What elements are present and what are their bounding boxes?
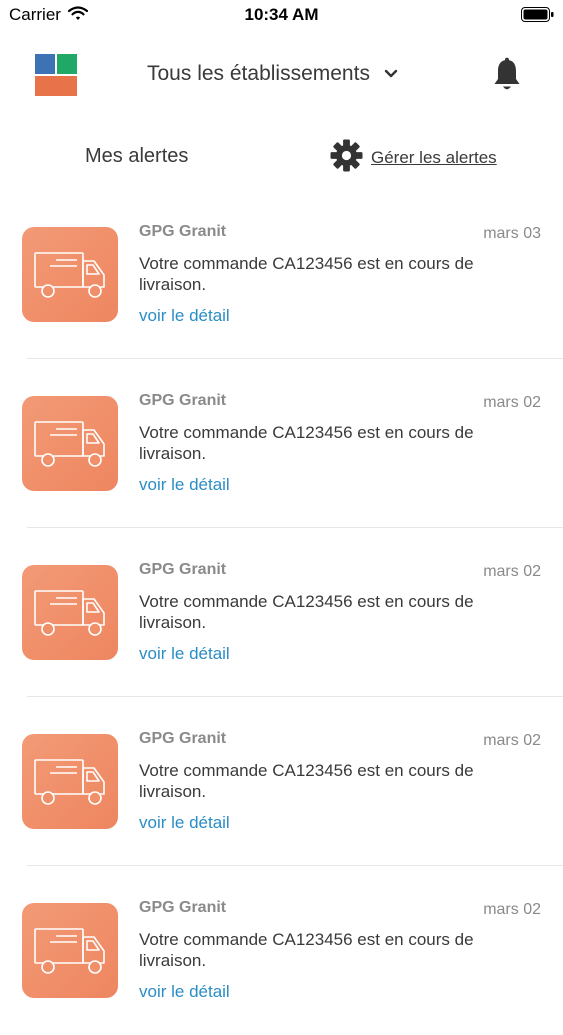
truck-icon bbox=[22, 903, 118, 998]
battery-icon bbox=[521, 7, 554, 22]
gear-icon bbox=[330, 139, 363, 177]
alert-company: GPG Granit bbox=[139, 899, 227, 916]
chevron-down-icon bbox=[384, 66, 398, 84]
clock: 10:34 AM bbox=[244, 5, 319, 24]
alerts-bar: Mes alertes Gérer les alertes bbox=[0, 135, 563, 179]
establishment-label: Tous les établissements bbox=[147, 62, 370, 85]
app-logo bbox=[35, 54, 77, 96]
app-header: Tous les établissements bbox=[0, 40, 563, 110]
alert-item[interactable]: GPG Granit mars 02 Votre commande CA1234… bbox=[0, 528, 563, 697]
bell-icon[interactable] bbox=[492, 57, 522, 98]
alert-company: GPG Granit bbox=[139, 730, 227, 747]
alert-item[interactable]: GPG Granit mars 02 Votre commande CA1234… bbox=[0, 359, 563, 528]
view-detail-link[interactable]: voir le détail bbox=[139, 644, 230, 664]
alert-date: mars 02 bbox=[483, 394, 541, 411]
alert-date: mars 03 bbox=[483, 225, 541, 242]
alert-date: mars 02 bbox=[483, 563, 541, 580]
manage-alerts-link[interactable]: Gérer les alertes bbox=[330, 139, 497, 177]
status-bar: Carrier 10:34 AM bbox=[0, 0, 563, 30]
alert-item[interactable]: GPG Granit mars 02 Votre commande CA1234… bbox=[0, 866, 563, 1035]
alerts-list: GPG Granit mars 03 Votre commande CA1234… bbox=[0, 190, 563, 1035]
alert-company: GPG Granit bbox=[139, 392, 227, 409]
view-detail-link[interactable]: voir le détail bbox=[139, 813, 230, 833]
alert-date: mars 02 bbox=[483, 732, 541, 749]
manage-alerts-label: Gérer les alertes bbox=[371, 148, 497, 167]
alert-message: Votre commande CA123456 est en cours de … bbox=[139, 254, 474, 294]
alert-company: GPG Granit bbox=[139, 223, 227, 240]
truck-icon bbox=[22, 565, 118, 660]
view-detail-link[interactable]: voir le détail bbox=[139, 475, 230, 495]
alert-item[interactable]: GPG Granit mars 02 Votre commande CA1234… bbox=[0, 697, 563, 866]
view-detail-link[interactable]: voir le détail bbox=[139, 982, 230, 1002]
establishment-selector[interactable]: Tous les établissements bbox=[147, 62, 398, 86]
truck-icon bbox=[22, 734, 118, 829]
alert-message: Votre commande CA123456 est en cours de … bbox=[139, 423, 474, 463]
alert-message: Votre commande CA123456 est en cours de … bbox=[139, 761, 474, 801]
truck-icon bbox=[22, 396, 118, 491]
alert-message: Votre commande CA123456 est en cours de … bbox=[139, 592, 474, 632]
alert-item[interactable]: GPG Granit mars 03 Votre commande CA1234… bbox=[0, 190, 563, 359]
view-detail-link[interactable]: voir le détail bbox=[139, 306, 230, 326]
alerts-title: Mes alertes bbox=[85, 145, 189, 167]
alert-company: GPG Granit bbox=[139, 561, 227, 578]
alert-date: mars 02 bbox=[483, 901, 541, 918]
truck-icon bbox=[22, 227, 118, 322]
alert-message: Votre commande CA123456 est en cours de … bbox=[139, 930, 474, 970]
